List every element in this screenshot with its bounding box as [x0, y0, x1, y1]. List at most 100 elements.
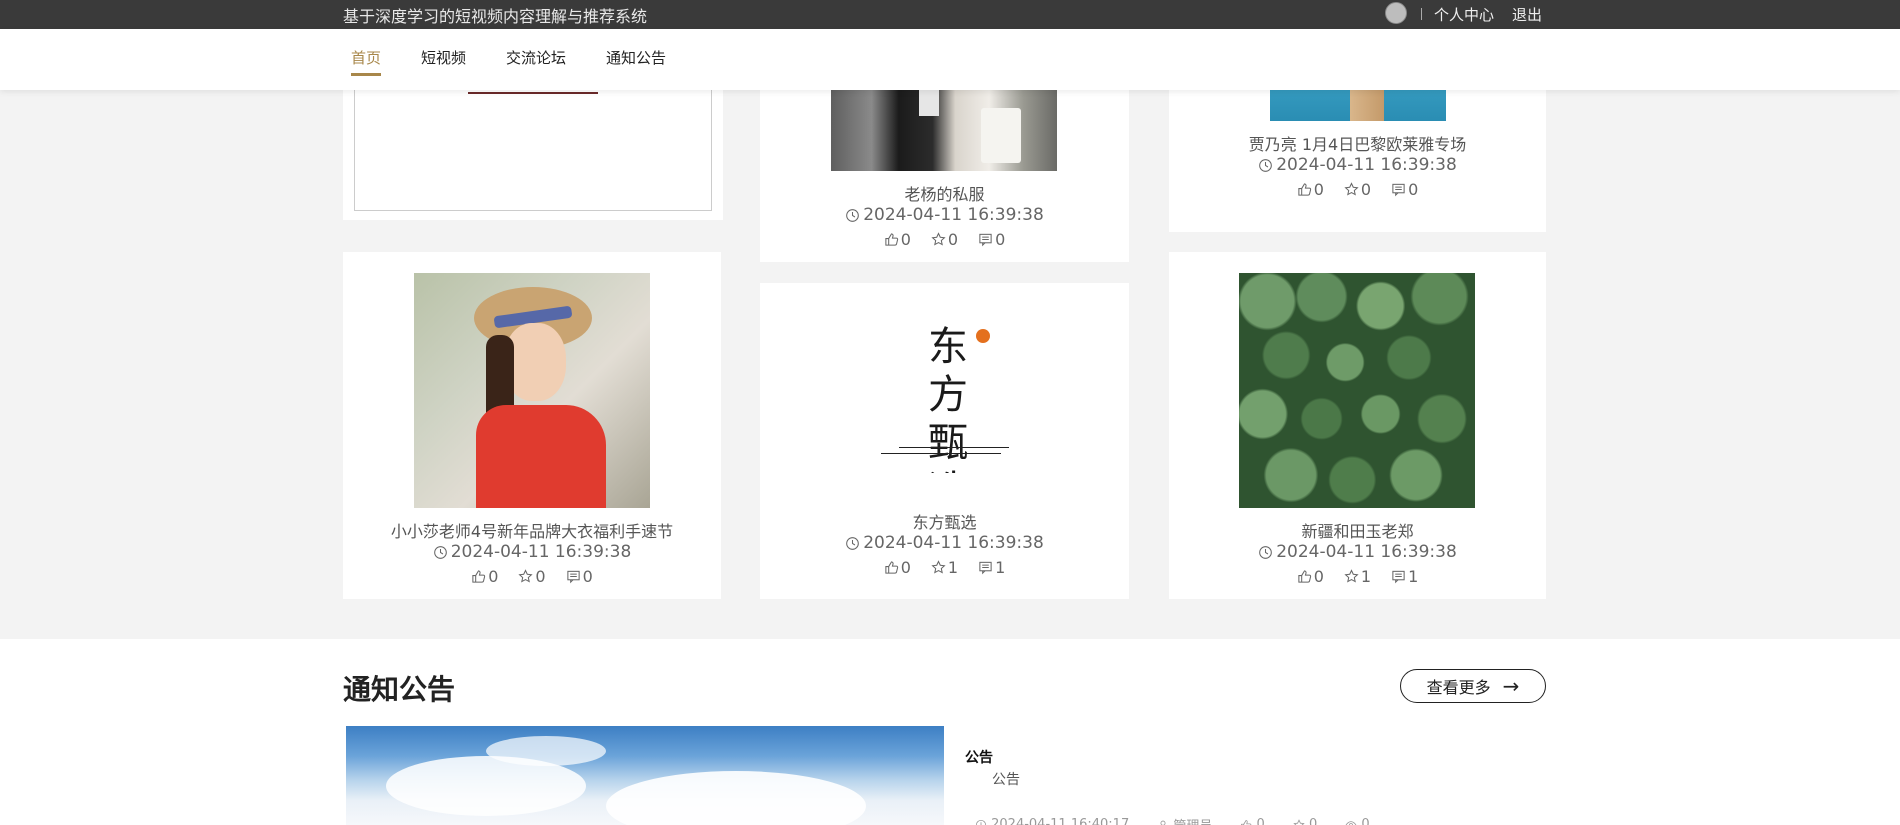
date-text: 2024-04-11 16:39:38	[863, 533, 1044, 553]
notice-author-text: 管理员	[1173, 815, 1212, 825]
video-stats: 0 0 0	[760, 230, 1129, 249]
favorite-stat[interactable]: 1	[1344, 567, 1371, 586]
clock-icon	[975, 819, 987, 825]
nav-item-videos[interactable]: 短视频	[421, 29, 466, 90]
thumbs-up-icon	[1240, 819, 1252, 825]
star-icon	[1344, 569, 1359, 584]
comment-stat[interactable]: 1	[978, 558, 1005, 577]
notice-likes[interactable]: 0	[1240, 817, 1278, 825]
date-text: 2024-04-11 16:39:38	[1276, 155, 1457, 175]
video-title[interactable]: 老杨的私服	[760, 181, 1129, 205]
comment-stat[interactable]: 0	[978, 230, 1005, 249]
video-title[interactable]: 东方甄选	[760, 509, 1129, 533]
bag-shape	[981, 108, 1021, 163]
favorite-stat[interactable]: 0	[1344, 180, 1371, 199]
thumbs-up-icon	[471, 569, 486, 584]
logo-line	[899, 447, 1009, 448]
comment-count: 0	[582, 567, 593, 586]
star-icon	[931, 232, 946, 247]
favorite-count: 1	[947, 558, 959, 577]
view-more-label: 查看更多	[1426, 678, 1491, 697]
clock-icon	[1258, 158, 1273, 173]
video-thumbnail[interactable]	[1239, 273, 1475, 508]
video-stats: 0 1 1	[760, 558, 1129, 577]
favorite-stat[interactable]: 0	[931, 230, 958, 249]
like-stat[interactable]: 0	[1297, 180, 1324, 199]
eye-icon	[1345, 819, 1357, 825]
star-icon	[1344, 182, 1359, 197]
logo-line	[881, 453, 1001, 454]
comment-icon	[978, 232, 993, 247]
comment-count: 1	[1408, 567, 1419, 586]
notice-like-count: 0	[1256, 817, 1265, 825]
comment-stat[interactable]: 0	[566, 567, 593, 586]
date-text: 2024-04-11 16:39:38	[863, 205, 1044, 225]
video-thumbnail[interactable]: 东方甄选	[871, 303, 1021, 473]
comment-icon	[978, 560, 993, 575]
video-card[interactable]: 东方甄选 东方甄选 2024-04-11 16:39:38 0 1 1	[760, 283, 1129, 599]
video-stats: 0 1 1	[1169, 567, 1546, 586]
notice-subtitle: 公告	[992, 772, 1020, 788]
video-card[interactable]: 新疆和田玉老郑 2024-04-11 16:39:38 0 1 1	[1169, 252, 1546, 599]
clock-icon	[1258, 545, 1273, 560]
video-date: 2024-04-11 16:39:38	[760, 205, 1129, 225]
like-stat[interactable]: 0	[884, 558, 911, 577]
video-card[interactable]: 贾乃亮 1月4日巴黎欧莱雅专场 2024-04-11 16:39:38 0 0 …	[1169, 70, 1546, 232]
like-count: 0	[900, 558, 911, 577]
comment-stat[interactable]: 1	[1391, 567, 1418, 586]
logout-link[interactable]: 退出	[1512, 4, 1542, 25]
video-title[interactable]: 小小莎老师4号新年品牌大衣福利手速节	[343, 518, 721, 542]
notice-view-count: 0	[1361, 817, 1370, 825]
brand-logo: 东方甄选	[928, 324, 970, 473]
nav-item-forum[interactable]: 交流论坛	[506, 29, 566, 90]
favorite-count: 0	[947, 230, 959, 249]
video-title[interactable]: 贾乃亮 1月4日巴黎欧莱雅专场	[1169, 131, 1546, 155]
video-stats: 0 0 0	[1169, 180, 1546, 199]
comment-stat[interactable]: 0	[1391, 180, 1418, 199]
video-title[interactable]: 新疆和田玉老郑	[1169, 518, 1546, 542]
divider	[1420, 8, 1422, 20]
favorite-stat[interactable]: 1	[931, 558, 958, 577]
like-stat[interactable]: 0	[471, 567, 498, 586]
notice-image[interactable]	[346, 726, 944, 825]
main-nav: 首页 短视频 交流论坛 通知公告	[0, 29, 1900, 90]
site-title: 基于深度学习的短视频内容理解与推荐系统	[343, 7, 648, 26]
notice-meta: 2024-04-11 16:40:17 管理员 0 0 0	[975, 815, 1398, 825]
video-date: 2024-04-11 16:39:38	[760, 533, 1129, 553]
clock-icon	[845, 208, 860, 223]
view-more-button[interactable]: 查看更多 →	[1400, 669, 1546, 703]
video-thumbnail[interactable]	[414, 273, 650, 508]
user-menu: 个人中心 退出	[1384, 2, 1542, 25]
top-bar: 基于深度学习的短视频内容理解与推荐系统 个人中心 退出	[0, 0, 1900, 29]
notice-favorite-count: 0	[1308, 817, 1318, 825]
notice-favorites[interactable]: 0	[1293, 817, 1331, 825]
thumbs-up-icon	[884, 560, 899, 575]
like-count: 0	[1313, 180, 1324, 199]
comment-icon	[566, 569, 581, 584]
date-text: 2024-04-11 16:39:38	[1276, 542, 1457, 562]
comment-count: 0	[995, 230, 1006, 249]
nav-item-notices[interactable]: 通知公告	[606, 29, 666, 90]
notice-author: 管理员	[1157, 815, 1226, 825]
like-stat[interactable]: 0	[884, 230, 911, 249]
clothing-shape	[919, 90, 939, 116]
video-date: 2024-04-11 16:39:38	[343, 542, 721, 562]
logo-dot	[976, 329, 990, 343]
like-stat[interactable]: 0	[1297, 567, 1324, 586]
notice-title[interactable]: 公告	[965, 747, 993, 767]
video-card-partial[interactable]	[343, 70, 723, 220]
video-card[interactable]: 老杨的私服 2024-04-11 16:39:38 0 0 0	[760, 70, 1129, 262]
video-stats: 0 0 0	[343, 567, 721, 586]
thumbs-up-icon	[884, 232, 899, 247]
notice-date: 2024-04-11 16:40:17	[975, 817, 1143, 825]
notice-date-text: 2024-04-11 16:40:17	[991, 817, 1130, 825]
avatar[interactable]	[1384, 2, 1407, 24]
video-card[interactable]: 小小莎老师4号新年品牌大衣福利手速节 2024-04-11 16:39:38 0…	[343, 252, 721, 599]
jacket-shape	[476, 405, 606, 508]
star-icon	[931, 560, 946, 575]
favorite-stat[interactable]: 0	[518, 567, 546, 586]
nav-item-home[interactable]: 首页	[351, 29, 382, 90]
user-center-link[interactable]: 个人中心	[1434, 4, 1494, 25]
notice-views: 0	[1345, 817, 1383, 825]
notice-section: 通知公告 查看更多 → 公告 公告 2024-04-11 16:40:17 管理…	[0, 639, 1900, 825]
